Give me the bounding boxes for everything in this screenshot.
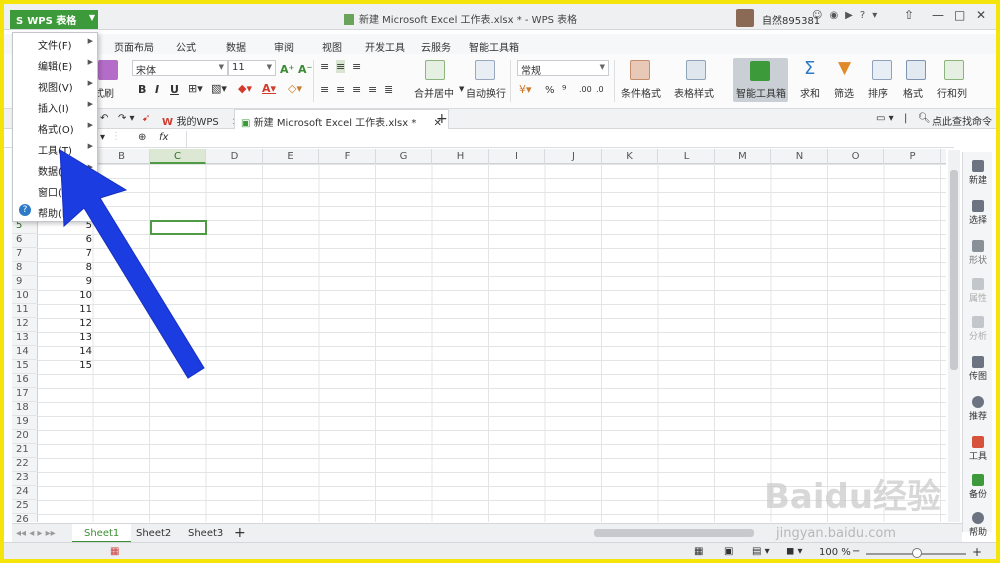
arrow-shape <box>59 149 205 379</box>
annotation-arrow <box>59 149 205 379</box>
